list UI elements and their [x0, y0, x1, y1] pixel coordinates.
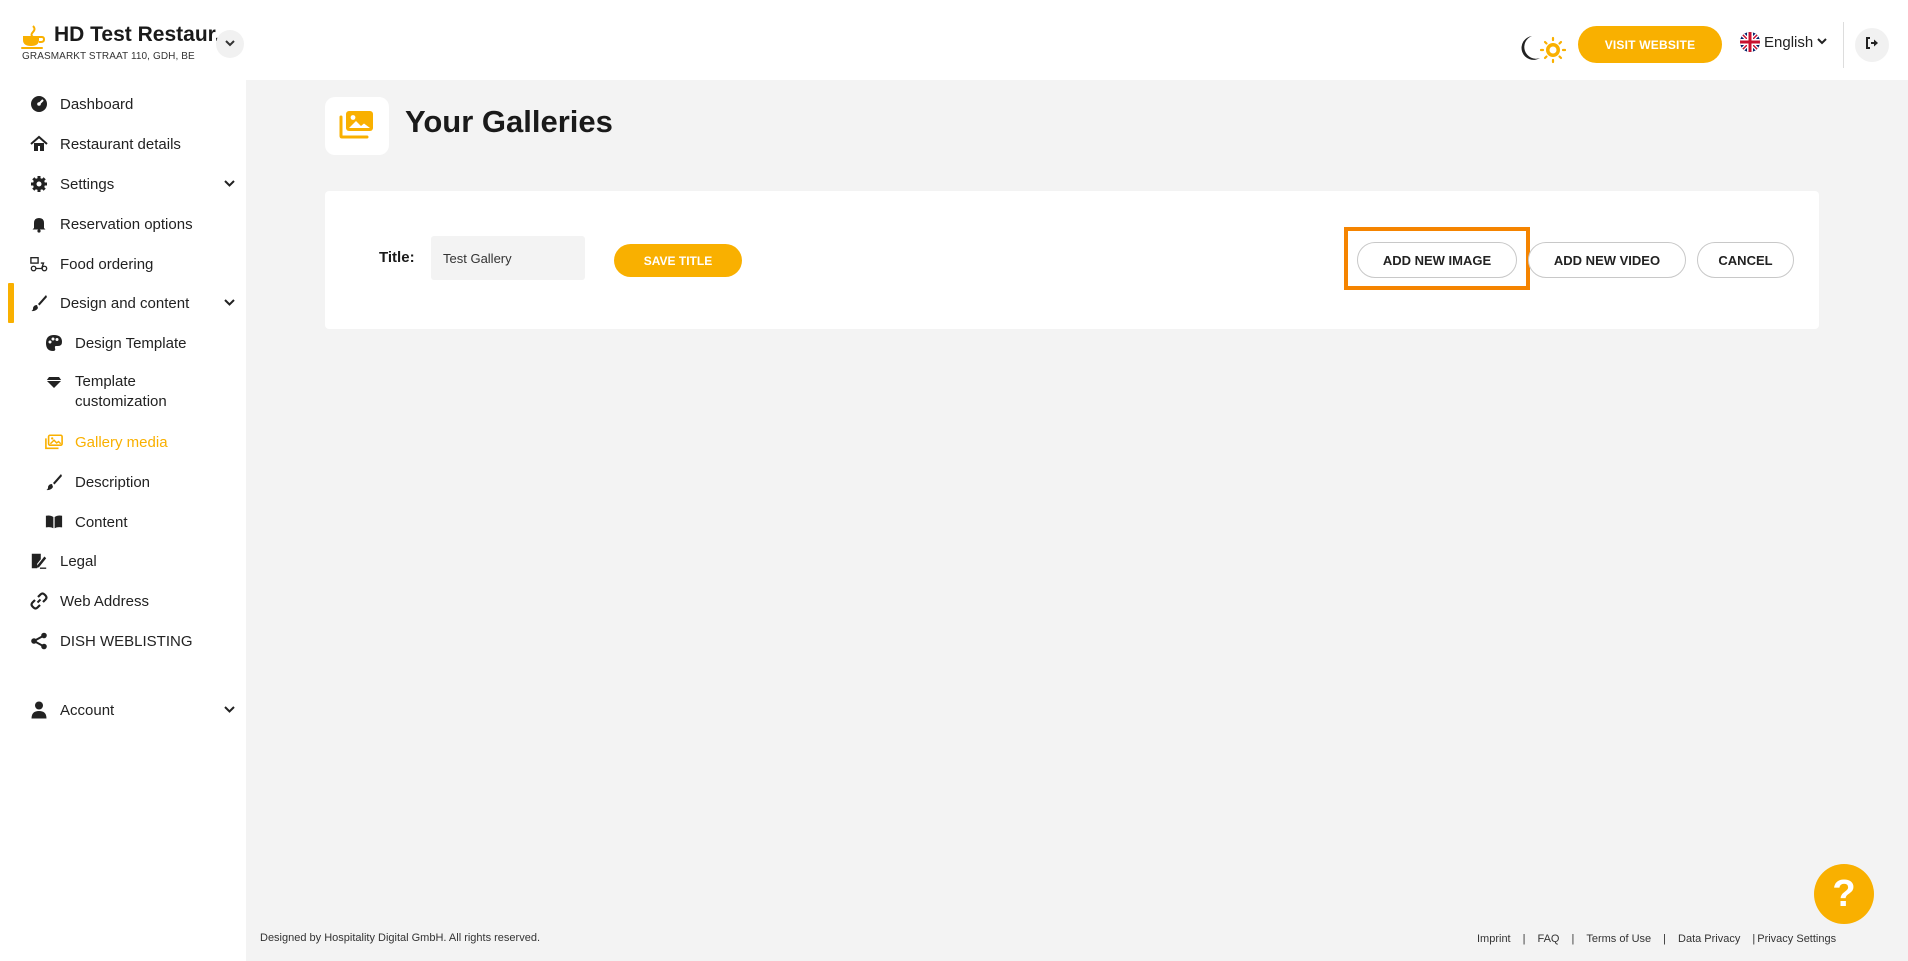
footer-copyright: Designed by Hospitality Digital GmbH. Al…: [260, 932, 541, 944]
sidebar-item-label: Gallery media: [75, 433, 168, 451]
highlight-box: [1344, 227, 1530, 290]
footer-links: Imprint | FAQ | Terms of Use | Data Priv…: [1477, 933, 1836, 945]
restaurant-name: HD Test Restaur...: [54, 23, 233, 46]
sidebar-item-dish-weblisting[interactable]: DISH WEBLISTING: [0, 624, 246, 658]
chevron-down-icon: [224, 178, 235, 190]
sidebar-item-label: Design and content: [60, 294, 190, 312]
chevron-down-icon: [224, 704, 235, 716]
theme-toggle[interactable]: [1510, 30, 1567, 66]
language-selector[interactable]: English: [1740, 32, 1827, 52]
page-title: Your Galleries: [405, 104, 613, 139]
sidebar-item-settings[interactable]: Settings: [0, 167, 246, 201]
footer-link-faq[interactable]: FAQ: [1537, 933, 1559, 945]
top-header: HD Test Restaur... GRASMARKT STRAAT 110,…: [0, 0, 1908, 80]
gallery-images-icon: [339, 109, 375, 144]
moon-sun-icon: [1521, 36, 1567, 64]
cancel-button[interactable]: CANCEL: [1697, 242, 1794, 278]
gem-icon: [45, 373, 63, 391]
restaurant-address: GRASMARKT STRAAT 110, GDH, BE: [22, 51, 195, 62]
add-new-video-button[interactable]: ADD NEW VIDEO: [1528, 242, 1686, 278]
sidebar-item-food-ordering[interactable]: Food ordering: [0, 247, 246, 281]
sidebar-item-label: Account: [60, 701, 115, 719]
sidebar-item-gallery-media[interactable]: Gallery media: [0, 425, 246, 459]
footer-link-data-privacy[interactable]: Data Privacy: [1678, 933, 1740, 945]
sidebar-item-label: Settings: [60, 175, 115, 193]
sidebar-item-design-template[interactable]: Design Template: [0, 326, 246, 360]
brush-icon: [45, 473, 63, 491]
chevron-down-icon: [224, 297, 235, 309]
gallery-title-input[interactable]: [431, 236, 585, 280]
gallery-images-icon: [45, 433, 63, 451]
bell-icon: [30, 215, 48, 233]
sidebar-item-label: DISH WEBLISTING: [60, 632, 193, 650]
delivery-scooter-icon: [30, 255, 48, 273]
logout-button[interactable]: [1855, 28, 1889, 62]
page-header-icon-tile: [325, 97, 389, 155]
page-scrollbar[interactable]: [1896, 80, 1908, 961]
footer-link-terms[interactable]: Terms of Use: [1586, 933, 1651, 945]
visit-website-button[interactable]: VISIT WEBSITE: [1578, 26, 1722, 63]
chevron-down-icon: [1817, 37, 1827, 48]
sidebar-item-legal[interactable]: Legal: [0, 544, 246, 578]
sidebar-item-account[interactable]: Account: [0, 693, 246, 727]
dashboard-gauge-icon: [30, 95, 48, 113]
sidebar-item-label: Description: [75, 473, 151, 491]
sidebar-item-label: Template customization: [75, 373, 167, 410]
sidebar-item-label: Web Address: [60, 592, 149, 610]
sidebar-item-content[interactable]: Content: [0, 505, 246, 539]
user-icon: [30, 701, 48, 719]
sidebar-item-web-address[interactable]: Web Address: [0, 584, 246, 618]
help-button[interactable]: ?: [1814, 864, 1874, 924]
restaurant-switch-button[interactable]: [216, 30, 244, 58]
signature-document-icon: [30, 552, 48, 570]
question-mark-icon: ?: [1832, 872, 1856, 915]
footer-link-imprint[interactable]: Imprint: [1477, 933, 1511, 945]
sidebar-item-label: Design Template: [75, 334, 187, 352]
sidebar-item-reservation-options[interactable]: Reservation options: [0, 207, 246, 241]
title-label: Title:: [379, 249, 415, 266]
sidebar-item-label: Content: [75, 513, 128, 531]
coffee-cup-icon: [20, 24, 46, 50]
chevron-down-icon: [225, 38, 235, 50]
sidebar-item-description[interactable]: Description: [0, 465, 246, 499]
sidebar-item-template-customization[interactable]: Template customization: [0, 372, 246, 416]
sidebar-item-label: Legal: [60, 552, 97, 570]
sidebar-item-restaurant-details[interactable]: Restaurant details: [0, 127, 246, 161]
sidebar-item-label: Food ordering: [60, 255, 154, 273]
link-icon: [30, 592, 48, 610]
footer-separator: |: [1663, 933, 1667, 945]
logout-icon: [1864, 35, 1880, 56]
open-book-icon: [45, 513, 63, 531]
save-title-button[interactable]: SAVE TITLE: [614, 244, 742, 277]
header-divider: [1843, 22, 1844, 68]
brand: HD Test Restaur... GRASMARKT STRAAT 110,…: [20, 22, 232, 62]
gear-icon: [30, 175, 48, 193]
share-icon: [30, 632, 48, 650]
sidebar-item-design-and-content[interactable]: Design and content: [0, 286, 246, 320]
sidebar-item-label: Dashboard: [60, 95, 134, 113]
palette-icon: [45, 334, 63, 352]
footer-separator: |: [1571, 933, 1575, 945]
language-label: English: [1764, 33, 1814, 51]
footer-link-privacy-settings[interactable]: Privacy Settings: [1757, 933, 1836, 945]
sidebar-item-label: Reservation options: [60, 215, 193, 233]
footer-separator: |: [1752, 933, 1756, 945]
paintbrush-icon: [30, 294, 48, 312]
sidebar-item-label: Restaurant details: [60, 135, 181, 153]
uk-flag-icon: [1740, 32, 1760, 52]
home-icon: [30, 135, 48, 153]
footer-separator: |: [1522, 933, 1526, 945]
sidebar-item-dashboard[interactable]: Dashboard: [0, 87, 246, 121]
